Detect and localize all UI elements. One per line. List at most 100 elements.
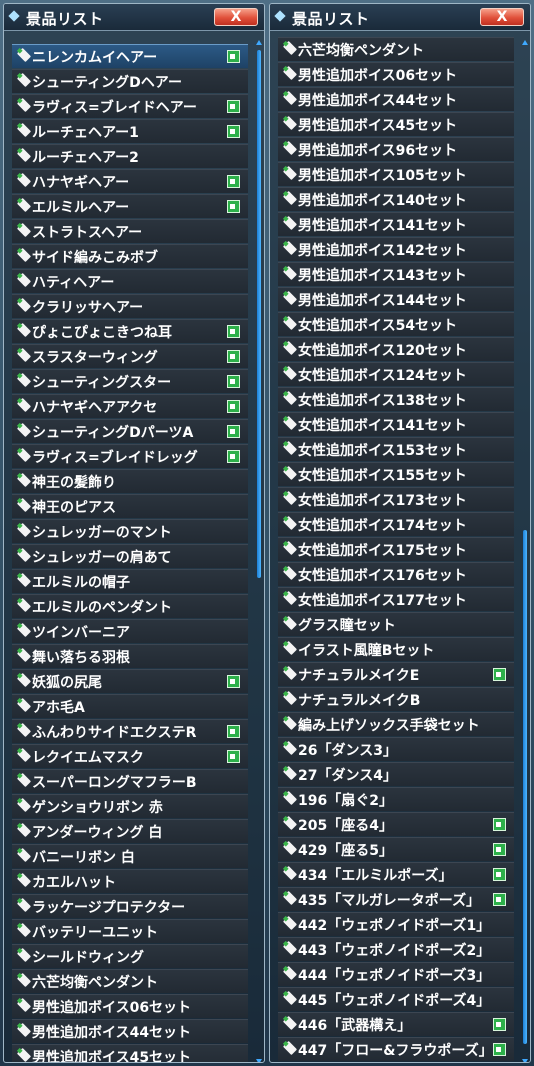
list-item[interactable]: 447「フロー&フラウポーズ」 (278, 1037, 514, 1061)
list-item[interactable]: ルーチェヘアー1 (12, 119, 248, 143)
scroll-up-arrow-icon[interactable] (256, 40, 262, 45)
list-item[interactable]: 442「ウェポノイドポーズ1」 (278, 912, 514, 936)
list-item[interactable]: ぴょこぴょこきつね耳 (12, 319, 248, 343)
list-item[interactable]: 神王のピアス (12, 494, 248, 518)
list-item[interactable]: 男性追加ボイス45セット (12, 1044, 248, 1062)
ticket-icon (16, 247, 32, 263)
list-item[interactable]: 六芒均衡ペンダント (278, 37, 514, 61)
list-item[interactable]: 435「マルガレータポーズ」 (278, 887, 514, 911)
list-item[interactable]: 429「座る5」 (278, 837, 514, 861)
list-item[interactable]: ルーチェヘアー2 (12, 144, 248, 168)
list-item[interactable]: ナチュラルメイクB (278, 687, 514, 711)
list-item[interactable]: バッテリーユニット (12, 919, 248, 943)
list-item[interactable]: エルミルのペンダント (12, 594, 248, 618)
list-item[interactable]: ラッケージプロテクター (12, 894, 248, 918)
ticket-icon (16, 147, 32, 163)
list-item[interactable]: 男性追加ボイス142セット (278, 237, 514, 261)
list-item[interactable]: クラリッサヘアー (12, 294, 248, 318)
list-item[interactable]: 妖狐の尻尾 (12, 669, 248, 693)
list-item[interactable]: 男性追加ボイス143セット (278, 262, 514, 286)
close-button[interactable]: X (214, 8, 258, 26)
list-item[interactable]: 女性追加ボイス124セット (278, 362, 514, 386)
list-item[interactable]: 男性追加ボイス144セット (278, 287, 514, 311)
list-item[interactable]: バニーリボン 白 (12, 844, 248, 868)
list-item[interactable]: 女性追加ボイス138セット (278, 387, 514, 411)
list-item[interactable]: レクイエムマスク (12, 744, 248, 768)
item-label: 445「ウェポノイドポーズ4」 (298, 993, 491, 1009)
list-item[interactable]: スーパーロングマフラーB (12, 769, 248, 793)
list-item[interactable]: ハナヤギヘアアクセ (12, 394, 248, 418)
list-item[interactable]: 編み上げソックス手袋セット (278, 712, 514, 736)
list-item[interactable]: 男性追加ボイス141セット (278, 212, 514, 236)
list-item[interactable]: 女性追加ボイス174セット (278, 512, 514, 536)
close-button[interactable]: X (480, 8, 524, 26)
list-item[interactable]: 男性追加ボイス45セット (278, 112, 514, 136)
owned-flag-icon (493, 843, 506, 856)
scroll-thumb[interactable] (523, 530, 527, 1044)
list-item[interactable]: ラヴィス=ブレイドレッグ (12, 444, 248, 468)
list-item[interactable]: エルミルヘアー (12, 194, 248, 218)
list-item[interactable]: 六芒均衡ペンダント (12, 969, 248, 993)
list-item[interactable]: 男性追加ボイス44セット (278, 87, 514, 111)
list-item[interactable]: ハナヤギヘアー (12, 169, 248, 193)
list-item[interactable]: 女性追加ボイス176セット (278, 562, 514, 586)
list-item[interactable]: 196「扇ぐ2」 (278, 787, 514, 811)
list-item[interactable]: スラスターウィング (12, 344, 248, 368)
list-item[interactable]: ツインバーニア (12, 619, 248, 643)
list-item[interactable]: 444「ウェポノイドポーズ3」 (278, 962, 514, 986)
scroll-down-arrow-icon[interactable] (522, 1059, 528, 1062)
list-item[interactable]: 神王の髪飾り (12, 469, 248, 493)
ticket-icon (282, 690, 298, 706)
list-item[interactable]: 女性追加ボイス175セット (278, 537, 514, 561)
list-item[interactable]: シュレッガーのマント (12, 519, 248, 543)
list-item[interactable]: ハティヘアー (12, 269, 248, 293)
list-item[interactable]: 男性追加ボイス06セット (278, 62, 514, 86)
list-item[interactable]: シューティングスター (12, 369, 248, 393)
list-item[interactable]: シュレッガーの肩あて (12, 544, 248, 568)
list-item[interactable]: 205「座る4」 (278, 812, 514, 836)
list-item[interactable]: 女性追加ボイス177セット (278, 587, 514, 611)
list-item[interactable]: サイド編みこみボブ (12, 244, 248, 268)
list-item[interactable]: シールドウィング (12, 944, 248, 968)
scroll-down-arrow-icon[interactable] (256, 1059, 262, 1062)
item-label: スーパーロングマフラーB (32, 775, 197, 791)
list-item[interactable]: ラヴィス=ブレイドヘアー (12, 94, 248, 118)
list-item[interactable]: 445「ウェポノイドポーズ4」 (278, 987, 514, 1011)
list-item[interactable]: 女性追加ボイス141セット (278, 412, 514, 436)
list-item[interactable]: 女性追加ボイス155セット (278, 462, 514, 486)
list-item[interactable]: 446「武器構え」 (278, 1012, 514, 1036)
list-item[interactable]: アンダーウィング 白 (12, 819, 248, 843)
list-item[interactable]: 434「エルミルポーズ」 (278, 862, 514, 886)
list-item[interactable]: 男性追加ボイス06セット (12, 994, 248, 1018)
list-item[interactable]: イラスト風瞳Bセット (278, 637, 514, 661)
owned-flag-icon (227, 325, 240, 338)
list-item[interactable]: 男性追加ボイス96セット (278, 137, 514, 161)
list-item[interactable]: 男性追加ボイス44セット (12, 1019, 248, 1043)
list-item[interactable]: エルミルの帽子 (12, 569, 248, 593)
scroll-up-arrow-icon[interactable] (522, 40, 528, 45)
list-item[interactable]: ナチュラルメイクE (278, 662, 514, 686)
list-item[interactable]: 女性追加ボイス54セット (278, 312, 514, 336)
list-item[interactable]: ゲンショウリボン 赤 (12, 794, 248, 818)
list-item[interactable]: 女性追加ボイス153セット (278, 437, 514, 461)
list-item[interactable]: 女性追加ボイス120セット (278, 337, 514, 361)
scroll-thumb[interactable] (257, 50, 261, 578)
list-item[interactable]: 26「ダンス3」 (278, 737, 514, 761)
list-item[interactable]: アホ毛A (12, 694, 248, 718)
list-item[interactable]: 男性追加ボイス105セット (278, 162, 514, 186)
list-item[interactable]: 男性追加ボイス140セット (278, 187, 514, 211)
list-item[interactable]: 女性追加ボイス173セット (278, 487, 514, 511)
list-item[interactable]: ストラトスヘアー (12, 219, 248, 243)
list-item[interactable]: 舞い落ちる羽根 (12, 644, 248, 668)
list-item[interactable]: カエルハット (12, 869, 248, 893)
list-item[interactable]: シューティングDヘアー (12, 69, 248, 93)
list-item[interactable]: 27「ダンス4」 (278, 762, 514, 786)
scrollbar[interactable] (522, 40, 528, 1062)
list-item[interactable]: ふんわりサイドエクステR (12, 719, 248, 743)
scrollbar[interactable] (256, 40, 262, 1062)
list-item[interactable]: シューティングDパーツA (12, 419, 248, 443)
list-item[interactable]: 443「ウェポノイドポーズ2」 (278, 937, 514, 961)
list-item[interactable]: ニレンカムイヘアー (12, 44, 248, 68)
ticket-icon (282, 790, 298, 806)
list-item[interactable]: グラス瞳セット (278, 612, 514, 636)
